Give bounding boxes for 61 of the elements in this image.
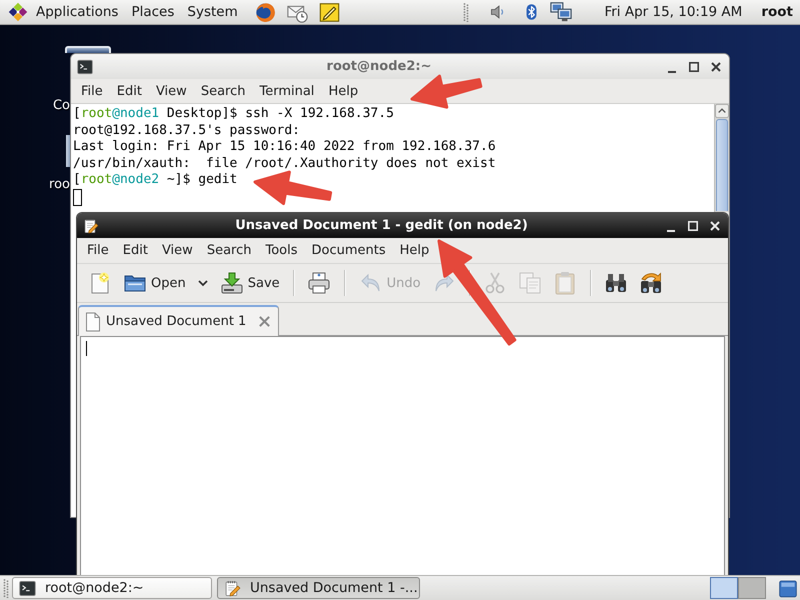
window-icon[interactable]: [778, 578, 798, 598]
maximize-icon[interactable]: [686, 218, 700, 232]
panel-clock[interactable]: Fri Apr 15, 10:19 AM: [604, 4, 742, 20]
save-icon: [220, 271, 244, 295]
panel-menu[interactable]: Applications: [2, 0, 125, 24]
taskbar-button[interactable]: root@node2:~: [12, 577, 212, 599]
panel-menu[interactable]: System: [180, 0, 244, 24]
globe-icon[interactable]: [255, 2, 276, 22]
taskbar-button[interactable]: Unsaved Document 1 -...: [217, 577, 420, 599]
document-tab[interactable]: Unsaved Document 1: [78, 305, 279, 336]
terminal-line: [root@node1 Desktop]$ ssh -X 192.168.37.5: [73, 106, 395, 123]
toolbar-button[interactable]: Save: [214, 267, 286, 299]
menu-item[interactable]: Edit: [110, 84, 149, 98]
panel-menu[interactable]: Places: [124, 0, 181, 24]
menu-item[interactable]: Help: [321, 84, 366, 98]
menu-item[interactable]: Documents: [304, 243, 393, 258]
scrollbar-thumb[interactable]: [716, 119, 728, 211]
terminal-line: [root@node2 ~]$ gedit: [73, 172, 238, 189]
binoculars-arrow-icon[interactable]: [639, 271, 664, 295]
menu-item[interactable]: Search: [194, 84, 252, 98]
menu-item[interactable]: Help: [392, 243, 436, 258]
terminal-icon: [77, 58, 93, 74]
menu-item[interactable]: Terminal: [252, 84, 322, 98]
terminal-line: root@192.168.37.5's password:: [73, 122, 301, 140]
window-title: Unsaved Document 1 - gedit (on node2): [235, 218, 528, 233]
workspace-cell[interactable]: [738, 577, 766, 599]
annotation-arrow: [410, 74, 482, 109]
menu-item[interactable]: Edit: [116, 243, 155, 258]
notepad-pencil-icon: [83, 218, 99, 234]
close-icon[interactable]: [709, 60, 723, 74]
document-icon: [85, 312, 101, 332]
menu-item[interactable]: Search: [200, 243, 258, 258]
user-menu[interactable]: root: [761, 4, 793, 20]
close-icon[interactable]: [708, 218, 722, 232]
terminal-icon: [19, 580, 36, 596]
notepad-pencil-icon: [224, 580, 241, 596]
monitors-icon[interactable]: [549, 1, 574, 23]
text-cursor: [73, 188, 82, 206]
desktop-icon[interactable]: [65, 46, 111, 53]
menu-item[interactable]: View: [154, 243, 200, 258]
drag-handle-icon: [463, 2, 470, 22]
notepad-icon[interactable]: [319, 2, 340, 22]
menu-item[interactable]: Tools: [258, 243, 305, 258]
drag-handle-icon: [3, 578, 9, 598]
toolbar-button[interactable]: Open: [117, 267, 192, 299]
workspace-cell[interactable]: [710, 577, 738, 599]
binoculars-icon[interactable]: [604, 271, 628, 295]
printer-icon[interactable]: [307, 271, 332, 295]
maximize-icon[interactable]: [687, 60, 701, 74]
window-title: root@node2:~: [326, 59, 432, 74]
text-cursor: [86, 341, 87, 356]
text-editor-field[interactable]: [80, 336, 725, 575]
terminal-line: /usr/bin/xauth: file /root/.Xauthority does not exist: [73, 156, 497, 172]
flower-logo-icon: [8, 2, 28, 22]
menu-item[interactable]: File: [74, 84, 110, 98]
menu-item[interactable]: File: [80, 243, 116, 258]
desktop-icon-label[interactable]: Co: [52, 98, 70, 113]
menu-item[interactable]: View: [148, 84, 194, 98]
desktop-icon-label[interactable]: roo: [49, 177, 70, 192]
scrollbar[interactable]: [714, 104, 729, 212]
terminal-line: Last login: Fri Apr 15 10:16:40 2022 from 192.168.37.6: [73, 139, 497, 156]
